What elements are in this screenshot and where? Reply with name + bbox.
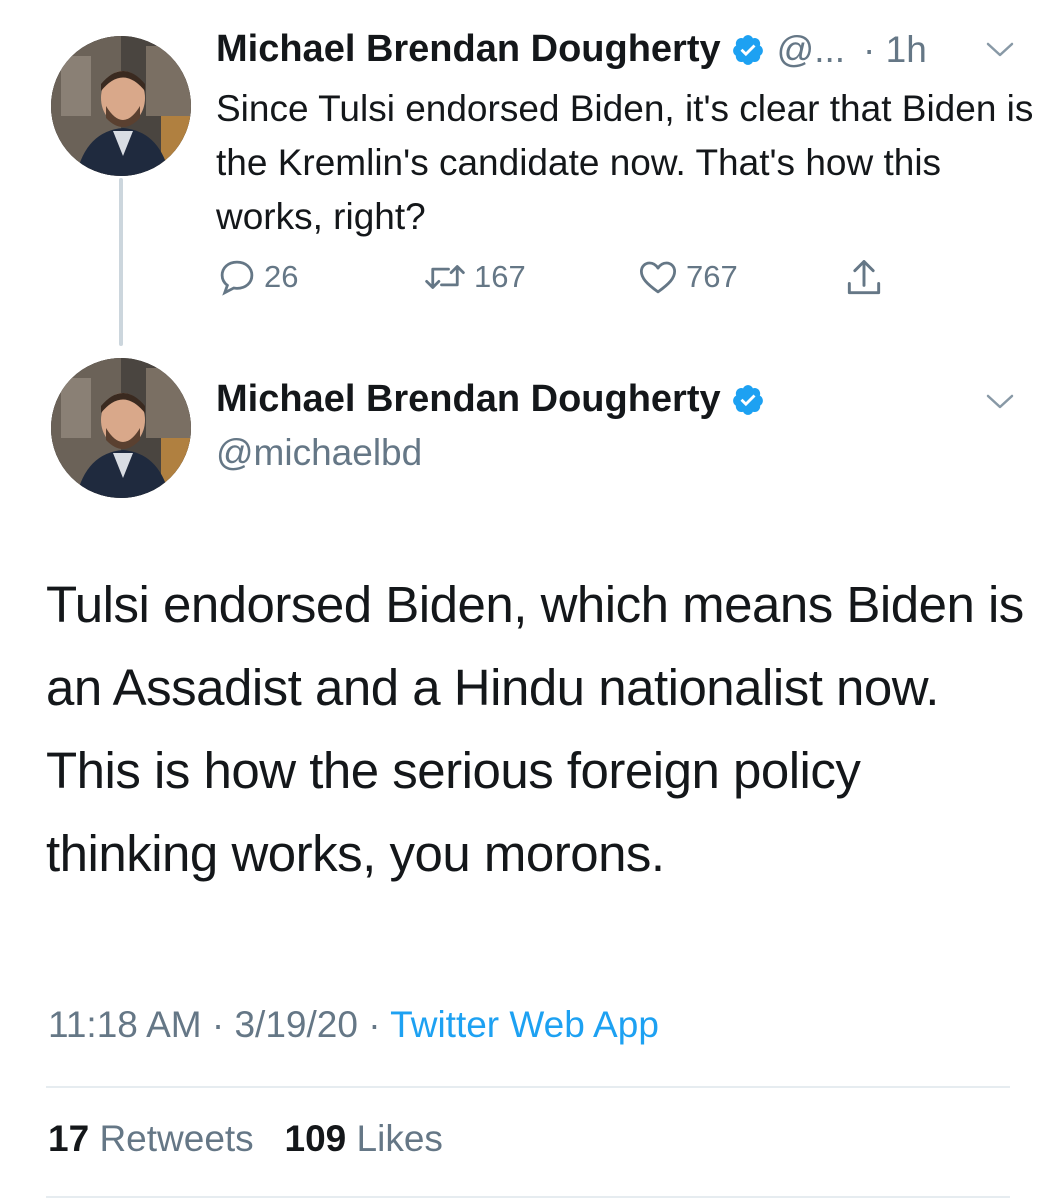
chevron-down-icon[interactable] [985,392,1015,412]
meta-separator: · [368,1004,381,1045]
retweet-icon [425,265,465,289]
tweet-stats: 17 Retweets 109 Likes [48,1118,443,1160]
like-label: Likes [356,1118,443,1159]
main-tweet-header: Michael Brendan Dougherty [216,378,765,421]
like-count: 109 [284,1118,347,1159]
tweet-date: 3/19/20 [234,1004,358,1045]
tweet-time[interactable]: · 1h [863,29,927,71]
avatar-photo [51,36,191,176]
like-count: 767 [686,259,738,294]
likes-stat[interactable]: 109 Likes [285,1118,443,1159]
display-name[interactable]: Michael Brendan Dougherty [216,378,721,421]
tweet-meta: 11:18 AM · 3/19/20 · Twitter Web App [48,1004,659,1046]
avatar[interactable] [51,358,191,498]
reply-icon [220,260,254,296]
meta-separator: · [211,1004,225,1045]
share-button[interactable] [842,256,892,300]
reply-button[interactable]: 26 [216,256,298,298]
avatar[interactable] [51,36,191,176]
retweet-count: 17 [48,1118,90,1159]
divider [46,1196,1010,1198]
main-tweet-text: Tulsi endorsed Biden, which means Biden … [46,576,1024,882]
verified-badge-icon [732,34,763,65]
retweet-button[interactable]: 167 [422,256,526,298]
display-name[interactable]: Michael Brendan Dougherty [216,28,721,71]
retweets-stat[interactable]: 17 Retweets [48,1118,254,1159]
avatar-photo [51,358,191,498]
like-button[interactable]: 767 [636,256,738,298]
parent-tweet-text: Since Tulsi endorsed Biden, it's clear t… [216,88,1034,237]
chevron-down-icon[interactable] [985,40,1015,60]
like-icon [639,261,677,294]
thread-connector-line [119,178,123,346]
retweet-count: 167 [474,259,526,294]
divider [46,1086,1010,1088]
share-icon [847,260,881,295]
tweet-time: 11:18 AM [48,1004,202,1045]
source-app-link[interactable]: Twitter Web App [390,1004,659,1045]
verified-badge-icon [732,384,763,415]
retweet-label: Retweets [99,1118,254,1159]
parent-tweet-header: Michael Brendan Dougherty @... · 1h [216,28,927,71]
reply-count: 26 [264,259,299,294]
handle[interactable]: @michaelbd [216,432,422,474]
handle-truncated[interactable]: @... [777,29,845,71]
